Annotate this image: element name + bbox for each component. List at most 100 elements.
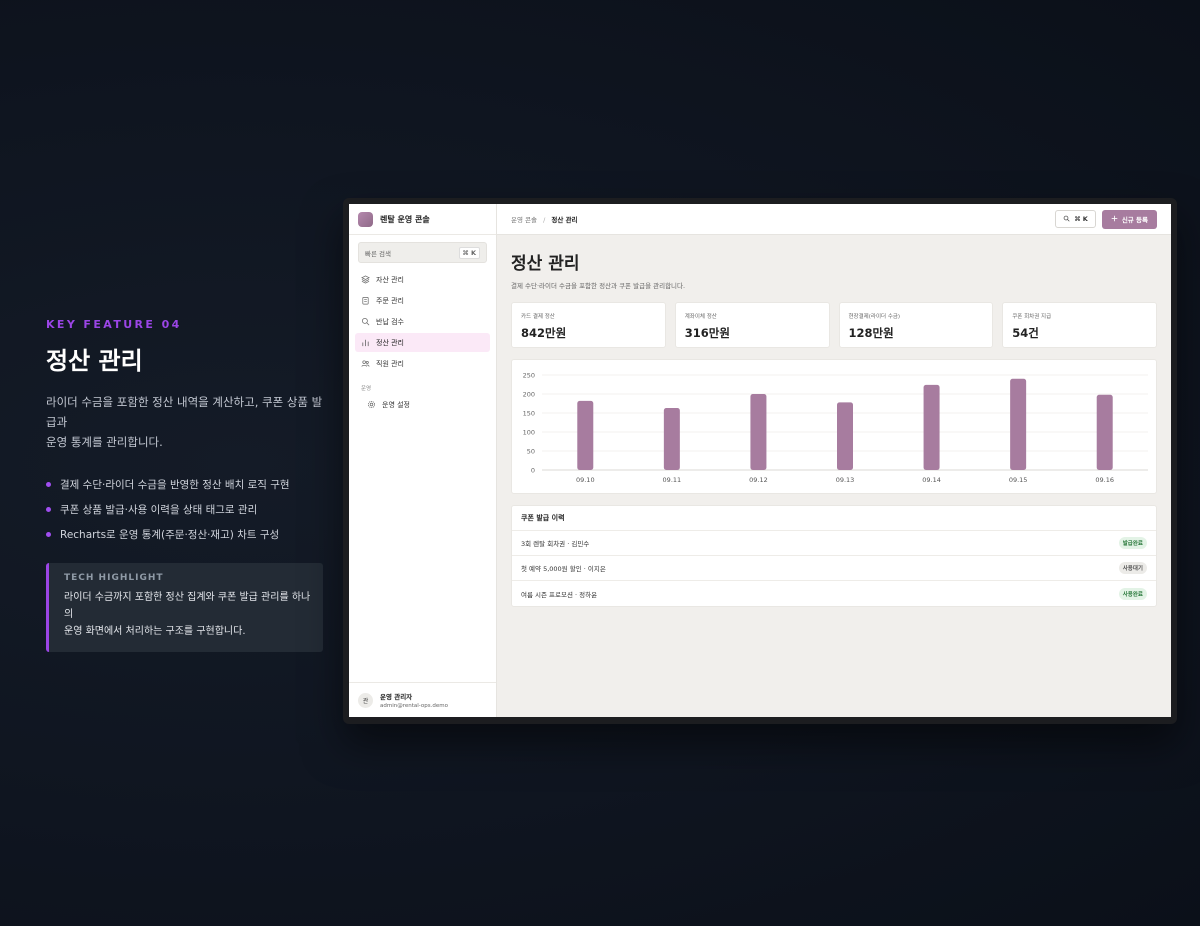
bullet-dot-icon xyxy=(46,507,51,512)
user-profile[interactable]: 관 운영 관리자 admin@rental-ops.demo xyxy=(349,682,496,717)
feature-bullet: 쿠폰 상품 발급·사용 이력을 상태 태그로 관리 xyxy=(46,497,326,522)
chart-y-tick-label: 250 xyxy=(523,372,535,380)
tech-highlight-label: TECH HIGHLIGHT xyxy=(64,573,164,583)
new-entry-button[interactable]: 신규 등록 xyxy=(1101,209,1157,229)
tech-highlight-line: 운영 화면에서 처리하는 구조를 구현합니다. xyxy=(64,626,246,637)
sidebar-item-label: 자산 관리 xyxy=(376,275,404,284)
quick-search-placeholder: 빠른 검색 xyxy=(365,249,391,258)
kpi-cards: 카드 결제 정산 842만원 계좌이체 정산 316만원 현장결제(라이더 수금… xyxy=(511,302,1157,348)
layers-icon xyxy=(361,275,370,284)
sidebar: 렌탈 운영 콘솔 빠른 검색 ⌘ K 자산 관리 주문 관리 반납 검수 정산 … xyxy=(349,204,497,717)
feature-kicker: KEY FEATURE 04 xyxy=(46,318,182,331)
tech-highlight: TECH HIGHLIGHT 라이더 수금까지 포함한 정산 집계와 쿠폰 발급… xyxy=(46,563,323,652)
brand-name: 렌탈 운영 콘솔 xyxy=(380,214,430,224)
quick-search-shortcut: ⌘ K xyxy=(458,246,480,259)
feature-title: 정산 관리 xyxy=(46,347,143,375)
chart-y-tick-label: 150 xyxy=(523,410,535,418)
sidebar-nav: 자산 관리 주문 관리 반납 검수 정산 관리 직원 관리 운영 운영 설정 xyxy=(349,270,496,414)
status-badge: 사용대기 xyxy=(1118,562,1147,574)
feature-bullet-text: Recharts로 운영 통계(주문·정산·재고) 차트 구성 xyxy=(60,529,280,541)
plus-icon xyxy=(1111,215,1118,224)
breadcrumb-parent[interactable]: 운영 콘솔 xyxy=(511,216,537,224)
sidebar-item-settlement[interactable]: 정산 관리 xyxy=(355,333,490,352)
chart-bar xyxy=(837,402,853,470)
app-window-frame: 렌탈 운영 콘솔 빠른 검색 ⌘ K 자산 관리 주문 관리 반납 검수 정산 … xyxy=(343,198,1177,724)
users-icon xyxy=(361,359,370,368)
page-title: 정산 관리 xyxy=(511,254,580,274)
kpi-card: 계좌이체 정산 316만원 xyxy=(674,302,830,348)
gear-icon xyxy=(367,400,376,409)
status-badge: 발급완료 xyxy=(1118,537,1147,549)
brand-logo-icon xyxy=(358,211,373,227)
settlement-bar-chart: 0 50 100 150 200 250 09.10 09.11 09.12 09.13 09.14… xyxy=(523,372,1148,484)
app-window: 렌탈 운영 콘솔 빠른 검색 ⌘ K 자산 관리 주문 관리 반납 검수 정산 … xyxy=(349,204,1171,717)
chart-x-tick-label: 09.11 xyxy=(663,476,682,484)
kpi-label: 계좌이체 정산 xyxy=(684,314,717,320)
chart-x-tick-label: 09.10 xyxy=(576,476,595,484)
kpi-card: 현장결제(라이더 수금) 128만원 xyxy=(838,302,994,348)
bar-chart-icon xyxy=(361,338,370,347)
page-content: 정산 관리 결제 수단·라이더 수금을 포함한 정산과 쿠폰 발급을 관리합니다… xyxy=(497,249,1171,607)
feature-description-line: 라이더 수금을 포함한 정산 내역을 계산하고, 쿠폰 상품 발급과 xyxy=(46,395,323,429)
coupon-row[interactable]: 여름 시즌 프로모션 · 정하윤 사용완료 xyxy=(512,581,1156,606)
coupon-row[interactable]: 3회 렌탈 회차권 · 김민수 발급완료 xyxy=(512,531,1156,556)
chart-bar xyxy=(1010,378,1027,470)
chart-x-tick-label: 09.16 xyxy=(1095,476,1114,484)
bullet-dot-icon xyxy=(46,532,51,537)
kpi-label: 쿠폰 회차권 지급 xyxy=(1012,314,1052,320)
chart-bar xyxy=(1096,394,1113,470)
chart-x-tick-label: 09.14 xyxy=(922,476,941,484)
status-badge: 사용완료 xyxy=(1118,587,1147,600)
brand[interactable]: 렌탈 운영 콘솔 xyxy=(349,204,496,235)
user-name: 운영 관리자 xyxy=(380,693,413,701)
sidebar-section-label: 운영 xyxy=(361,386,372,392)
search-icon xyxy=(361,317,370,326)
feature-bullet-text: 결제 수단·라이더 수금을 반영한 정산 배치 로직 구현 xyxy=(60,479,290,491)
kpi-card: 카드 결제 정산 842만원 xyxy=(511,302,666,348)
sidebar-item-staff[interactable]: 직원 관리 xyxy=(355,354,490,373)
chart-y-tick-label: 200 xyxy=(523,391,535,399)
sidebar-item-label: 정산 관리 xyxy=(376,338,404,347)
command-search-button[interactable]: ⌘ K xyxy=(1055,210,1096,228)
feature-bullets: 결제 수단·라이더 수금을 반영한 정산 배치 로직 구현 쿠폰 상품 발급·사… xyxy=(46,472,326,547)
sidebar-item-label: 직원 관리 xyxy=(376,359,404,368)
chart-x-tick-label: 09.13 xyxy=(836,476,855,484)
tech-highlight-text: 라이더 수금까지 포함한 정산 집계와 쿠폰 발급 관리를 하나의 운영 화면에… xyxy=(64,589,311,640)
quick-search-input[interactable]: 빠른 검색 ⌘ K xyxy=(358,242,487,263)
page-description: 결제 수단·라이더 수금을 포함한 정산과 쿠폰 발급을 관리합니다. xyxy=(511,282,686,290)
sidebar-item-label: 운영 설정 xyxy=(382,400,410,409)
coupon-history-card: 쿠폰 발급 이력 3회 렌탈 회차권 · 김민수 발급완료 첫 예약 5,000… xyxy=(511,505,1157,607)
clipboard-icon xyxy=(361,296,370,305)
feature-bullet: 결제 수단·라이더 수금을 반영한 정산 배치 로직 구현 xyxy=(46,472,326,497)
kpi-value: 54건 xyxy=(1012,326,1039,340)
feature-bullet-text: 쿠폰 상품 발급·사용 이력을 상태 태그로 관리 xyxy=(60,504,258,516)
user-email: admin@rental-ops.demo xyxy=(380,703,448,709)
kpi-label: 현장결제(라이더 수금) xyxy=(848,314,901,320)
user-info: 운영 관리자 admin@rental-ops.demo xyxy=(380,691,448,709)
new-entry-label: 신규 등록 xyxy=(1121,216,1148,224)
breadcrumb-separator: / xyxy=(543,216,546,224)
kpi-value: 842만원 xyxy=(521,326,567,340)
settlement-chart-card: 0 50 100 150 200 250 09.10 09.11 09.12 09.13 09.14… xyxy=(511,359,1157,494)
topbar-actions: ⌘ K 신규 등록 xyxy=(1055,209,1157,229)
kpi-value: 128만원 xyxy=(848,326,894,340)
command-search-shortcut: ⌘ K xyxy=(1074,215,1088,223)
breadcrumb: 운영 콘솔 / 정산 관리 xyxy=(511,214,578,224)
sidebar-item-returns[interactable]: 반납 검수 xyxy=(355,312,490,331)
feature-description: 라이더 수금을 포함한 정산 내역을 계산하고, 쿠폰 상품 발급과 운영 통계… xyxy=(46,392,326,452)
tech-highlight-line: 라이더 수금까지 포함한 정산 집계와 쿠폰 발급 관리를 하나의 xyxy=(64,592,311,620)
chart-x-tick-label: 09.15 xyxy=(1009,476,1028,484)
topbar: 운영 콘솔 / 정산 관리 ⌘ K 신규 등록 xyxy=(497,204,1171,235)
feature-bullet: Recharts로 운영 통계(주문·정산·재고) 차트 구성 xyxy=(46,522,326,547)
sidebar-item-assets[interactable]: 자산 관리 xyxy=(355,270,490,289)
sidebar-item-label: 반납 검수 xyxy=(376,317,404,326)
chart-bar xyxy=(750,394,767,470)
kpi-label: 카드 결제 정산 xyxy=(521,314,555,320)
sidebar-item-orders[interactable]: 주문 관리 xyxy=(355,291,490,310)
chart-bar xyxy=(577,400,594,470)
kpi-card: 쿠폰 회차권 지급 54건 xyxy=(1002,302,1157,348)
main-content: 운영 콘솔 / 정산 관리 ⌘ K 신규 등록 정산 관리 결제 수단·라이더 … xyxy=(497,204,1171,717)
chart-bar xyxy=(923,384,940,470)
sidebar-item-settings[interactable]: 운영 설정 xyxy=(355,395,490,414)
coupon-row[interactable]: 첫 예약 5,000원 할인 · 이지은 사용대기 xyxy=(512,556,1156,581)
